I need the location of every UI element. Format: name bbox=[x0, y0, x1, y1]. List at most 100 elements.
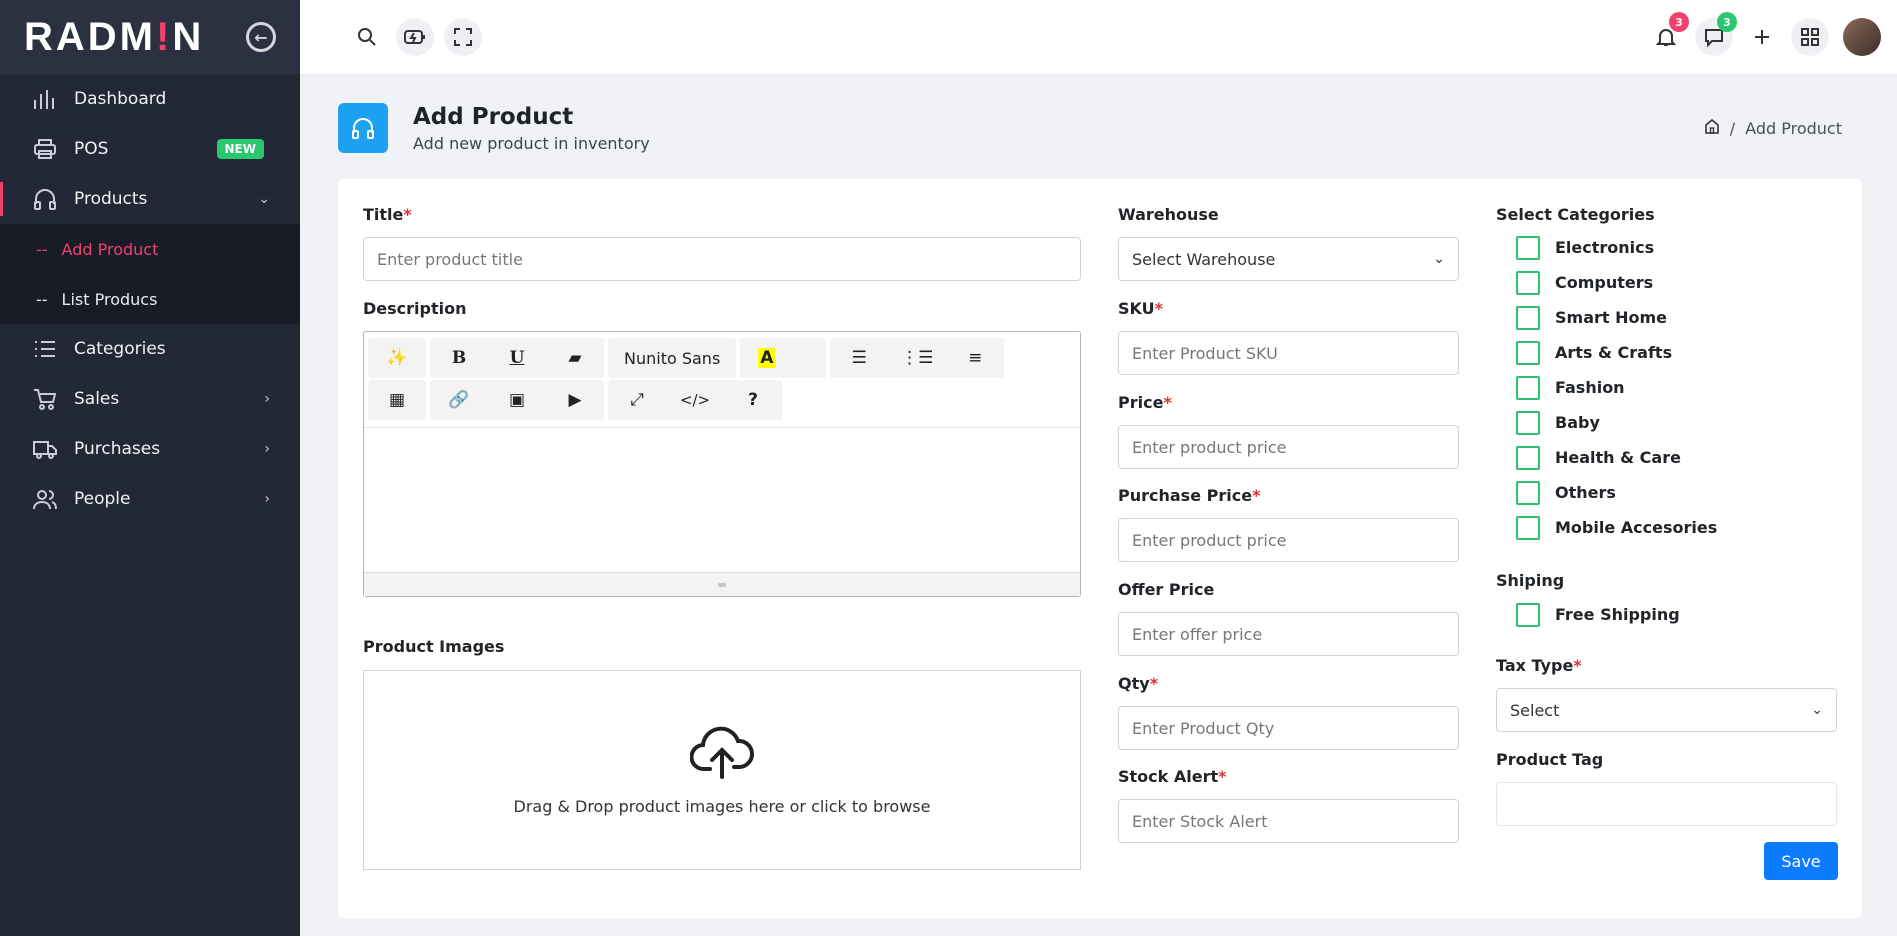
sku-input[interactable]: Enter Product SKU bbox=[1118, 331, 1459, 375]
underline-icon[interactable]: U bbox=[488, 338, 546, 378]
message-icon[interactable]: 3 bbox=[1695, 12, 1737, 56]
users-icon bbox=[32, 486, 58, 512]
product-form-card: Title* Enter product title Description ✨… bbox=[338, 179, 1862, 918]
table-icon[interactable]: ▦ bbox=[368, 380, 426, 420]
category-checkbox[interactable]: Fashion bbox=[1516, 370, 1717, 405]
category-checkbox[interactable]: Computers bbox=[1516, 265, 1717, 300]
stock-alert-label: Stock Alert* bbox=[1118, 767, 1227, 786]
bell-icon[interactable]: 3 bbox=[1647, 12, 1689, 56]
offer-price-input[interactable]: Enter offer price bbox=[1118, 612, 1459, 656]
sidebar-item-dashboard[interactable]: Dashboard bbox=[0, 74, 300, 124]
category-checkbox[interactable]: Electronics bbox=[1516, 230, 1717, 265]
editor-content-area[interactable] bbox=[364, 428, 1080, 572]
category-checklist: Electronics Computers Smart Home Arts & … bbox=[1516, 230, 1717, 545]
categories-label: Select Categories bbox=[1496, 205, 1655, 224]
product-images-label: Product Images bbox=[363, 637, 505, 656]
sidebar-subitem-add-product[interactable]: -- Add Product bbox=[0, 224, 300, 274]
chevron-down-icon: ⌄ bbox=[1811, 702, 1823, 718]
chevron-right-icon: › bbox=[264, 491, 270, 507]
align-left-icon[interactable]: ≡ bbox=[946, 338, 1004, 378]
link-icon[interactable]: 🔗 bbox=[430, 380, 488, 420]
image-dropzone[interactable]: Drag & Drop product images here or click… bbox=[363, 670, 1081, 870]
products-submenu: -- Add Product -- List Producs bbox=[0, 224, 300, 324]
topbar: 3 3 bbox=[300, 0, 1897, 74]
home-icon[interactable] bbox=[1704, 118, 1720, 138]
free-shipping-checkbox[interactable]: Free Shipping bbox=[1516, 597, 1680, 632]
description-label: Description bbox=[363, 299, 467, 318]
chevron-down-icon: ⌄ bbox=[1433, 251, 1445, 267]
eraser-icon[interactable]: ▰ bbox=[546, 338, 604, 378]
message-count-badge: 3 bbox=[1717, 12, 1737, 32]
collapse-sidebar-icon[interactable]: ← bbox=[246, 22, 276, 52]
expand-icon[interactable]: ⤢ bbox=[608, 380, 666, 420]
sidebar-item-products[interactable]: Products ⌄ bbox=[0, 174, 300, 224]
list-icon bbox=[32, 336, 58, 362]
avatar[interactable] bbox=[1843, 18, 1881, 56]
category-checkbox[interactable]: Arts & Crafts bbox=[1516, 335, 1717, 370]
printer-icon bbox=[32, 136, 58, 162]
page-subtitle: Add new product in inventory bbox=[413, 133, 650, 153]
sidebar-item-sales[interactable]: Sales › bbox=[0, 374, 300, 424]
stock-alert-input[interactable]: Enter Stock Alert bbox=[1118, 799, 1459, 843]
fullscreen-icon[interactable] bbox=[444, 18, 482, 56]
offer-price-label: Offer Price bbox=[1118, 580, 1215, 599]
plus-icon[interactable] bbox=[1743, 18, 1781, 56]
category-checkbox[interactable]: Smart Home bbox=[1516, 300, 1717, 335]
sidebar-item-purchases[interactable]: Purchases › bbox=[0, 424, 300, 474]
sku-label: SKU* bbox=[1118, 299, 1164, 318]
logo-bar: RADM!N ← bbox=[0, 0, 300, 74]
bold-icon[interactable]: B bbox=[430, 338, 488, 378]
cloud-upload-icon bbox=[689, 725, 754, 783]
font-family-select[interactable]: Nunito Sans bbox=[608, 338, 736, 378]
editor-resize-handle[interactable]: ═ bbox=[364, 572, 1080, 596]
bullet-list-icon[interactable]: ☰ bbox=[830, 338, 888, 378]
title-label: Title* bbox=[363, 205, 412, 224]
chevron-right-icon: › bbox=[264, 441, 270, 457]
description-editor: ✨ B U ▰ Nunito Sans A ☰ ⋮☰ ≡ ▦ 🔗 ▣ ▶ ⤢ <… bbox=[363, 331, 1081, 597]
battery-charging-icon[interactable] bbox=[396, 18, 434, 56]
purchase-price-label: Purchase Price* bbox=[1118, 486, 1261, 505]
chevron-down-icon: ⌄ bbox=[258, 191, 270, 207]
price-input[interactable]: Enter product price bbox=[1118, 425, 1459, 469]
logo[interactable]: RADM!N bbox=[24, 15, 204, 60]
search-icon[interactable] bbox=[348, 18, 386, 56]
category-checkbox[interactable]: Others bbox=[1516, 475, 1717, 510]
tax-type-select[interactable]: Select ⌄ bbox=[1496, 688, 1837, 732]
sidebar-item-categories[interactable]: Categories bbox=[0, 324, 300, 374]
magic-wand-icon[interactable]: ✨ bbox=[368, 338, 426, 378]
code-view-icon[interactable]: </> bbox=[666, 380, 724, 420]
qty-input[interactable]: Enter Product Qty bbox=[1118, 706, 1459, 750]
editor-toolbar: ✨ B U ▰ Nunito Sans A ☰ ⋮☰ ≡ ▦ 🔗 ▣ ▶ ⤢ <… bbox=[364, 332, 1080, 428]
apps-grid-icon[interactable] bbox=[1791, 18, 1829, 56]
category-checkbox[interactable]: Health & Care bbox=[1516, 440, 1717, 475]
category-checkbox[interactable]: Baby bbox=[1516, 405, 1717, 440]
product-tag-label: Product Tag bbox=[1496, 750, 1604, 769]
cart-icon bbox=[32, 386, 58, 412]
numbered-list-icon[interactable]: ⋮☰ bbox=[888, 338, 946, 378]
notification-count-badge: 3 bbox=[1669, 12, 1689, 32]
sidebar-item-people[interactable]: People › bbox=[0, 474, 300, 524]
page-title: Add Product bbox=[413, 103, 574, 130]
breadcrumb: / Add Product bbox=[1704, 118, 1842, 138]
title-input[interactable]: Enter product title bbox=[363, 237, 1081, 281]
sidebar-item-pos[interactable]: POS NEW bbox=[0, 124, 300, 174]
sidebar-nav: Dashboard POS NEW Products ⌄ -- Add Produ… bbox=[0, 74, 300, 524]
image-icon[interactable]: ▣ bbox=[488, 380, 546, 420]
product-tag-input[interactable] bbox=[1496, 782, 1837, 826]
sidebar: RADM!N ← Dashboard POS NEW Products ⌄ --… bbox=[0, 0, 300, 936]
warehouse-select[interactable]: Select Warehouse ⌄ bbox=[1118, 237, 1459, 281]
category-checkbox[interactable]: Mobile Accesories bbox=[1516, 510, 1717, 545]
purchase-price-input[interactable]: Enter product price bbox=[1118, 518, 1459, 562]
bar-chart-icon bbox=[32, 86, 58, 112]
tax-type-label: Tax Type* bbox=[1496, 656, 1582, 675]
save-button[interactable]: Save bbox=[1764, 842, 1838, 880]
dropzone-text: Drag & Drop product images here or click… bbox=[513, 796, 931, 816]
headphones-icon bbox=[338, 103, 388, 153]
shipping-label: Shiping bbox=[1496, 571, 1565, 590]
help-icon[interactable]: ? bbox=[724, 380, 782, 420]
price-label: Price* bbox=[1118, 393, 1172, 412]
highlight-color-icon[interactable]: A bbox=[740, 338, 826, 378]
sidebar-subitem-list-products[interactable]: -- List Producs bbox=[0, 274, 300, 324]
video-icon[interactable]: ▶ bbox=[546, 380, 604, 420]
breadcrumb-current: Add Product bbox=[1745, 118, 1842, 138]
